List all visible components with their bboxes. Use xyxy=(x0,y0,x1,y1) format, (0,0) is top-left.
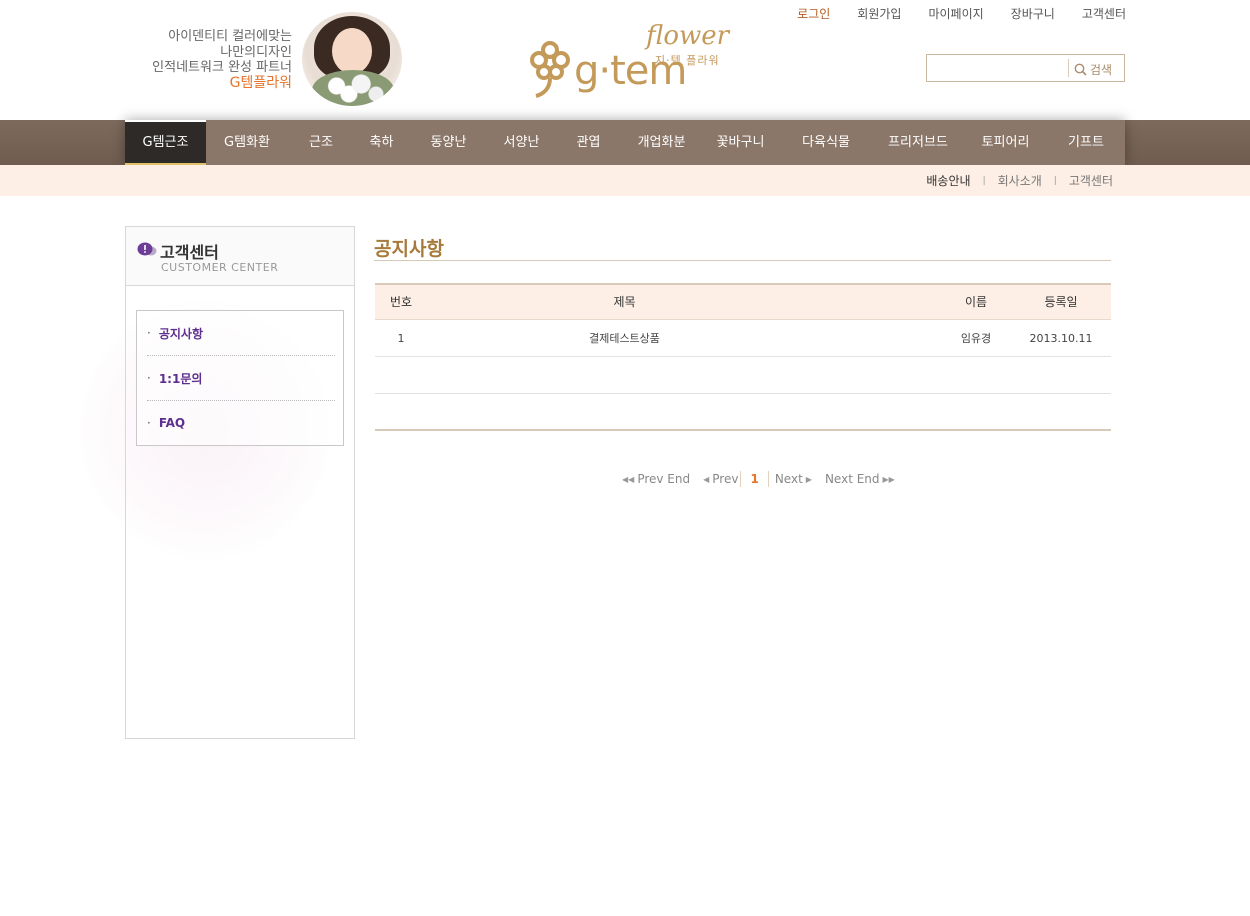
cart-link[interactable]: 장바구니 xyxy=(984,6,1055,22)
row-author: 임유경 xyxy=(960,332,992,345)
nav-item-foliage[interactable]: 관엽 xyxy=(555,120,622,165)
flower-logo-icon xyxy=(530,41,570,98)
search-button[interactable]: 검색 xyxy=(1074,59,1112,79)
title-underline xyxy=(374,260,1111,261)
pagination: ◀◀ Prev End ◀ Prev 1 Next ▶ Next End ▶▶ xyxy=(622,470,895,488)
nav-item-succulents[interactable]: 다육식물 xyxy=(780,120,872,165)
column-header-title: 제목 xyxy=(613,295,636,309)
sidebar-title: 고객센터 xyxy=(160,243,219,262)
sub-nav-bar: 배송안내 | 회사소개 | 고객센터 xyxy=(0,165,1250,196)
sub-nav-separator: | xyxy=(1053,175,1057,186)
double-left-arrow-icon: ◀◀ xyxy=(622,474,635,484)
bullet: · xyxy=(147,416,151,430)
delivery-info-link[interactable]: 배송안내 xyxy=(926,172,970,189)
join-link[interactable]: 회원가입 xyxy=(830,6,901,22)
prev-end-label: Prev End xyxy=(637,472,691,486)
sidebar-item-label: 공지사항 xyxy=(158,326,203,341)
login-link[interactable]: 로그인 xyxy=(770,6,830,22)
nav-item-oriental-orchid[interactable]: 동양난 xyxy=(409,120,488,165)
main-nav: G템근조 G템화환 근조 축하 동양난 서양난 관엽 개업화분 꽃바구니 다육식… xyxy=(125,120,1125,165)
sub-nav: 배송안내 | 회사소개 | 고객센터 xyxy=(926,165,1113,196)
table-header: 번호 제목 이름 등록일 xyxy=(375,283,1111,320)
search-box: 검색 xyxy=(926,54,1125,82)
search-input[interactable] xyxy=(929,57,1067,79)
sidebar-item-notice[interactable]: · 공지사항 xyxy=(147,311,335,355)
sidebar: 고객센터 CUSTOMER CENTER · 공지사항 · 1:1문의 · FA… xyxy=(125,226,355,739)
nav-item-flower-basket[interactable]: 꽃바구니 xyxy=(701,120,780,165)
table-row-empty xyxy=(375,357,1111,394)
sidebar-item-label: FAQ xyxy=(158,416,186,430)
mypage-link[interactable]: 마이페이지 xyxy=(901,6,983,22)
model-portrait-image xyxy=(302,12,402,106)
prev-end-button[interactable]: ◀◀ Prev End xyxy=(622,472,690,486)
logo-script-text: flower xyxy=(646,21,730,51)
slogan: 아이덴티티 컬러에맞는 나만의디자인 인적네트워크 완성 파트너 G템플라워 xyxy=(152,29,292,91)
page-title: 공지사항 xyxy=(374,238,444,260)
sidebar-menu: · 공지사항 · 1:1문의 · FAQ xyxy=(136,310,344,446)
table-row-empty xyxy=(375,394,1111,431)
sub-nav-separator: | xyxy=(982,175,986,186)
sidebar-item-faq[interactable]: · FAQ xyxy=(147,401,335,445)
double-right-arrow-icon: ▶▶ xyxy=(882,474,895,484)
prev-button[interactable]: ◀ Prev xyxy=(703,472,738,486)
nav-item-gtem-wreath[interactable]: G템화환 xyxy=(206,120,288,165)
pagination-divider xyxy=(767,471,769,487)
slogan-line: 인적네트워크 완성 파트너 xyxy=(152,60,292,75)
next-button[interactable]: Next ▶ xyxy=(775,472,812,486)
nav-item-opening-pot[interactable]: 개업화분 xyxy=(622,120,701,165)
speech-bubble-icon xyxy=(137,242,157,256)
nav-item-gtem-funeral[interactable]: G템근조 xyxy=(125,120,206,165)
prev-label: Prev xyxy=(712,472,739,486)
sidebar-item-inquiry[interactable]: · 1:1문의 xyxy=(147,356,335,400)
row-title-link[interactable]: 결제테스트상품 xyxy=(427,320,822,357)
slogan-line: 아이덴티티 컬러에맞는 xyxy=(168,29,292,44)
row-date: 2013.10.11 xyxy=(1029,332,1093,345)
header: 아이덴티티 컬러에맞는 나만의디자인 인적네트워크 완성 파트너 G템플라워 g… xyxy=(0,0,1250,120)
next-end-label: Next End xyxy=(824,472,880,486)
customer-center-link[interactable]: 고객센터 xyxy=(1055,6,1126,22)
nav-item-funeral[interactable]: 근조 xyxy=(288,120,354,165)
site-logo[interactable]: g·tem flower 지·템 플라워 xyxy=(528,22,729,102)
nav-item-preserved[interactable]: 프리저브드 xyxy=(872,120,964,165)
nav-item-topiary[interactable]: 토피어리 xyxy=(964,120,1047,165)
logo-sub-text: 지·템 플라워 xyxy=(655,54,720,67)
nav-item-gift[interactable]: 기프트 xyxy=(1047,120,1125,165)
search-icon xyxy=(1074,63,1087,76)
column-header-date: 등록일 xyxy=(1044,295,1078,309)
notice-table: 번호 제목 이름 등록일 1 결제테스트상품 임유경 2013.10.11 xyxy=(375,283,1111,431)
company-info-link[interactable]: 회사소개 xyxy=(998,172,1042,189)
nav-item-western-orchid[interactable]: 서양난 xyxy=(488,120,555,165)
bullet: · xyxy=(147,326,151,340)
nav-item-celebration[interactable]: 축하 xyxy=(354,120,409,165)
search-button-label: 검색 xyxy=(1090,62,1113,77)
sidebar-header: 고객센터 CUSTOMER CENTER xyxy=(126,227,354,286)
bullet: · xyxy=(147,371,151,385)
pagination-divider xyxy=(740,471,742,487)
top-links: 로그인 회원가입 마이페이지 장바구니 고객센터 xyxy=(770,6,1126,22)
slogan-brand: G템플라워 xyxy=(229,74,292,91)
row-number: 1 xyxy=(397,332,405,345)
page-number-current[interactable]: 1 xyxy=(750,472,758,486)
column-header-name: 이름 xyxy=(964,295,988,309)
slogan-line: 나만의디자인 xyxy=(220,44,292,60)
table-row[interactable]: 1 결제테스트상품 임유경 2013.10.11 xyxy=(375,320,1111,357)
left-arrow-icon: ◀ xyxy=(703,474,710,484)
sidebar-title-en: CUSTOMER CENTER xyxy=(161,261,279,274)
next-label: Next xyxy=(774,472,803,486)
column-header-number: 번호 xyxy=(389,295,413,309)
search-divider xyxy=(1068,59,1069,77)
next-end-button[interactable]: Next End ▶▶ xyxy=(825,472,895,486)
sidebar-item-label: 1:1문의 xyxy=(158,371,203,386)
customer-center-sub-link[interactable]: 고객센터 xyxy=(1069,172,1113,189)
right-arrow-icon: ▶ xyxy=(805,474,812,484)
